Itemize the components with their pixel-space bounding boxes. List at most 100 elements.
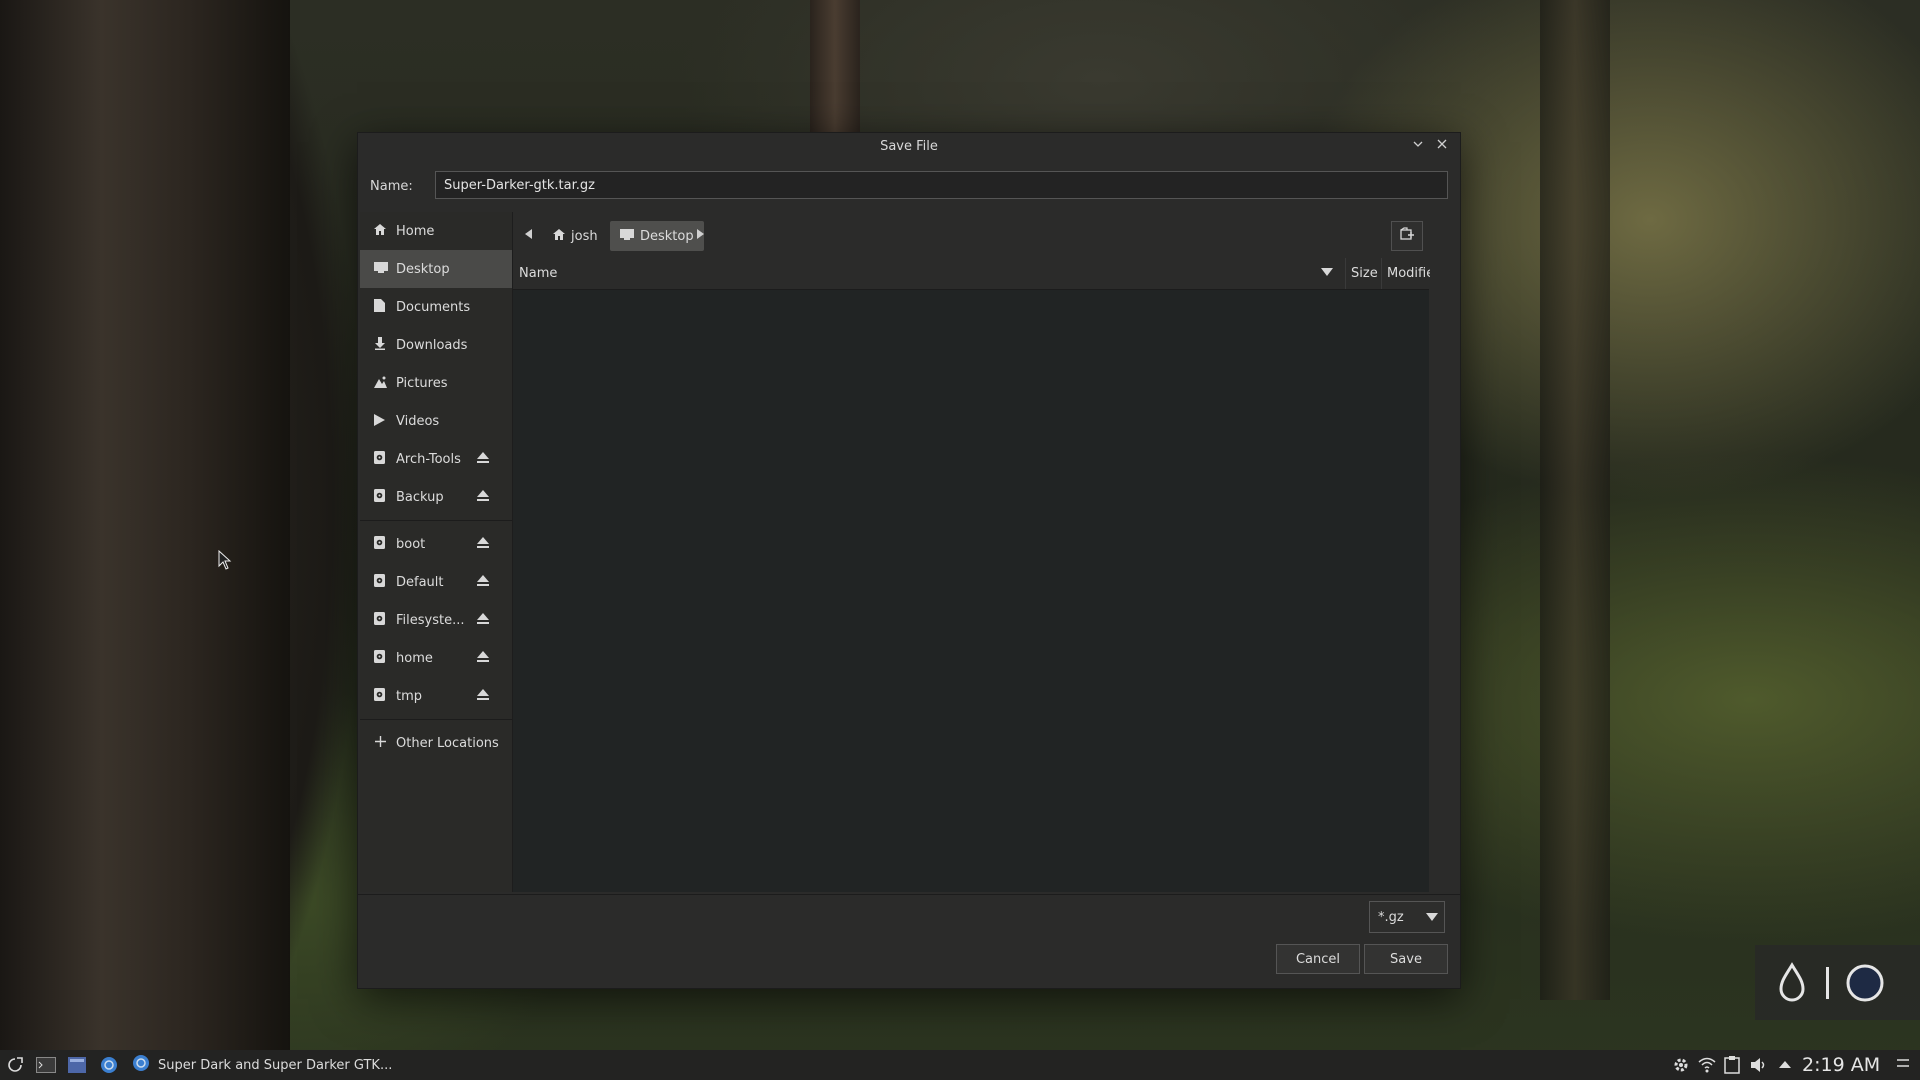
drive-icon [374, 574, 396, 590]
filename-input[interactable] [435, 171, 1448, 199]
filter-value: *.gz [1378, 909, 1404, 925]
dialog-title: Save File [880, 139, 938, 154]
crumb-label: josh [571, 228, 598, 244]
clipboard-icon[interactable] [1724, 1056, 1740, 1074]
sidebar-item-label: Home [396, 223, 435, 239]
cancel-button[interactable]: Cancel [1276, 944, 1360, 974]
wallpaper-tree-trunk-small [810, 0, 860, 135]
wifi-icon[interactable] [1698, 1056, 1716, 1074]
terminal-icon[interactable] [36, 1056, 56, 1074]
sidebar-separator [360, 520, 512, 521]
dialog-titlebar[interactable]: Save File [358, 133, 1460, 160]
drive-icon [374, 612, 396, 628]
save-file-dialog: Save File Name: Home Desktop Documents Down… [357, 132, 1461, 989]
home-icon [374, 224, 396, 238]
path-forward-arrow-icon[interactable] [688, 215, 712, 253]
tray-expand-arrow-icon[interactable] [1778, 1056, 1792, 1074]
path-bar: josh Desktop [513, 215, 1459, 253]
home-icon [553, 229, 565, 243]
sidebar-item-downloads[interactable]: Downloads [360, 326, 512, 364]
file-list[interactable]: Name Size Modified [513, 258, 1435, 892]
create-folder-button[interactable] [1391, 221, 1423, 251]
wallpaper-tree-trunk [0, 0, 290, 1050]
window-browser-icon [132, 1054, 150, 1076]
sort-descending-icon[interactable] [1321, 266, 1333, 281]
dialog-bottom-bar: *.gz Cancel Save [358, 894, 1460, 989]
sidebar-item-backup[interactable]: Backup [360, 478, 512, 516]
sidebar-item-default[interactable]: Default [360, 563, 512, 601]
sidebar-item-label: Other Locations [396, 735, 499, 751]
clock[interactable]: 2:19 AM [1802, 1054, 1880, 1076]
path-back-arrow-icon[interactable] [517, 215, 541, 253]
settings-gear-icon[interactable] [1672, 1056, 1690, 1074]
column-size[interactable]: Size [1345, 258, 1383, 289]
minimize-chevron-icon[interactable] [1409, 138, 1427, 156]
sidebar-item-filesyste[interactable]: Filesyste... [360, 601, 512, 639]
eject-icon[interactable] [476, 650, 492, 666]
sidebar-item-label: Documents [396, 299, 471, 315]
file-list-header: Name Size Modified [513, 258, 1435, 290]
name-row: Name: [370, 171, 1448, 201]
new-folder-icon [1400, 227, 1414, 245]
column-modified-label: Modified [1387, 266, 1435, 281]
sidebar-item-tmp[interactable]: tmp [360, 677, 512, 715]
drive-icon [374, 536, 396, 552]
places-sidebar: Home Desktop Documents Downloads Pictures Vid… [360, 212, 513, 892]
eject-icon[interactable] [476, 451, 492, 467]
name-label: Name: [370, 178, 413, 194]
column-modified[interactable]: Modified [1381, 258, 1435, 289]
show-desktop-icon[interactable] [1896, 1056, 1910, 1074]
crumb-josh[interactable]: josh [543, 221, 608, 251]
column-name-label: Name [519, 266, 558, 281]
desktop-icon [620, 229, 634, 243]
sidebar-item-desktop[interactable]: Desktop [360, 250, 512, 288]
drive-icon [374, 451, 396, 467]
dropdown-arrow-icon [1426, 911, 1438, 926]
sidebar-separator [360, 719, 512, 720]
app-launcher-icon[interactable] [6, 1056, 24, 1074]
column-name[interactable]: Name [519, 258, 1349, 289]
sidebar-item-pictures[interactable]: Pictures [360, 364, 512, 402]
column-size-label: Size [1351, 266, 1378, 281]
file-list-scrollbar[interactable] [1430, 258, 1459, 892]
drive-icon [374, 650, 396, 666]
eject-icon[interactable] [476, 574, 492, 590]
close-icon[interactable] [1433, 138, 1451, 156]
drive-icon [374, 688, 396, 704]
sidebar-item-home[interactable]: home [360, 639, 512, 677]
crumb-label: Desktop [640, 228, 694, 244]
sidebar-item-other-locations[interactable]: Other Locations [360, 724, 512, 762]
sidebar-item-documents[interactable]: Documents [360, 288, 512, 326]
download-icon [374, 337, 396, 353]
eject-icon[interactable] [476, 688, 492, 704]
file-type-filter-select[interactable]: *.gz [1369, 901, 1445, 933]
file-manager-icon[interactable] [68, 1056, 86, 1074]
eject-icon[interactable] [476, 612, 492, 628]
sidebar-item-arch-tools[interactable]: Arch-Tools [360, 440, 512, 478]
sidebar-item-home[interactable]: Home [360, 212, 512, 250]
taskbar: Super Dark and Super Darker GTK... 2:19 … [0, 1050, 1920, 1080]
taskbar-window-item[interactable]: Super Dark and Super Darker GTK... [132, 1054, 393, 1076]
volume-icon[interactable] [1750, 1056, 1768, 1074]
pictures-icon [374, 376, 396, 391]
sidebar-item-videos[interactable]: Videos [360, 402, 512, 440]
drive-icon [374, 489, 396, 505]
browser-icon[interactable] [100, 1056, 118, 1074]
sidebar-item-label: Downloads [396, 337, 468, 353]
sidebar-item-boot[interactable]: boot [360, 525, 512, 563]
mouse-cursor-icon [218, 549, 232, 574]
plus-icon [374, 735, 396, 751]
sidebar-item-label: Pictures [396, 375, 448, 391]
desktop-widget[interactable] [1755, 945, 1920, 1020]
eject-icon[interactable] [476, 489, 492, 505]
eject-icon[interactable] [476, 536, 492, 552]
droplet-circle-icon [1779, 962, 1884, 1002]
sidebar-item-label: Desktop [396, 261, 450, 277]
wallpaper-tree-trunk-right [1540, 0, 1610, 1000]
video-icon [374, 413, 396, 429]
sidebar-item-label: Videos [396, 413, 440, 429]
taskbar-window-title: Super Dark and Super Darker GTK... [158, 1057, 393, 1073]
save-button[interactable]: Save [1364, 944, 1448, 974]
desktop-icon [374, 262, 396, 276]
document-icon [374, 299, 396, 315]
